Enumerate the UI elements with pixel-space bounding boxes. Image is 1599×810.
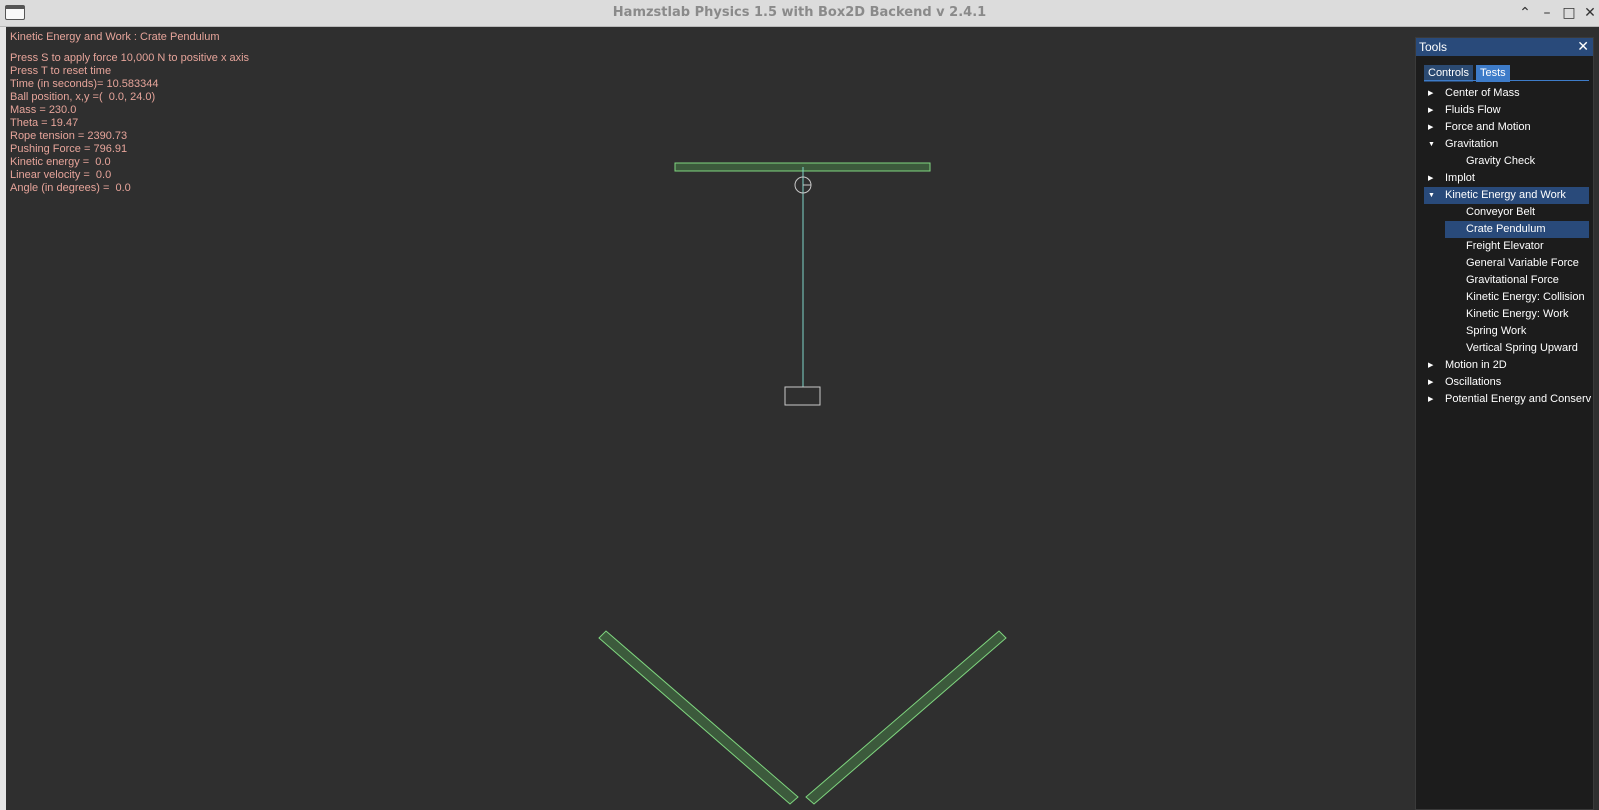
tree-node-center-of-mass[interactable]: ▶ Center of Mass xyxy=(1424,85,1589,102)
collapsed-arrow-icon[interactable]: ▶ xyxy=(1428,357,1438,374)
tools-title: Tools xyxy=(1419,40,1448,54)
collapsed-arrow-icon[interactable]: ▶ xyxy=(1428,102,1438,119)
collapsed-arrow-icon[interactable]: ▶ xyxy=(1428,170,1438,187)
tree-leaf-gravity-check[interactable]: Gravity Check xyxy=(1424,153,1589,170)
tree-node-force-and-motion[interactable]: ▶ Force and Motion xyxy=(1424,119,1589,136)
tree-node-motion-in-2d[interactable]: ▶ Motion in 2D xyxy=(1424,357,1589,374)
close-window-button[interactable]: ✕ xyxy=(1580,3,1599,23)
tree-leaf-crate-pendulum[interactable]: Crate Pendulum xyxy=(1424,221,1589,238)
physics-scene xyxy=(598,162,1007,805)
tree-leaf-kinetic-energy-work[interactable]: Kinetic Energy: Work xyxy=(1424,306,1589,323)
expanded-arrow-icon[interactable]: ▼ xyxy=(1428,136,1438,153)
collapsed-arrow-icon[interactable]: ▶ xyxy=(1428,374,1438,391)
expanded-arrow-icon[interactable]: ▼ xyxy=(1428,187,1438,204)
ground-right-slope xyxy=(805,630,1007,805)
tree-leaf-gravitational-force[interactable]: Gravitational Force xyxy=(1424,272,1589,289)
tree-leaf-kinetic-energy-collision[interactable]: Kinetic Energy: Collision xyxy=(1424,289,1589,306)
tree-node-gravitation[interactable]: ▼ Gravitation xyxy=(1424,136,1589,153)
tree-leaf-spring-work[interactable]: Spring Work xyxy=(1424,323,1589,340)
collapsed-arrow-icon[interactable]: ▶ xyxy=(1428,85,1438,102)
tools-panel: Tools ✕ Controls Tests ▶ Center of Mass ▶… xyxy=(1415,37,1594,810)
tree-node-oscillations[interactable]: ▶ Oscillations xyxy=(1424,374,1589,391)
tree-node-fluids-flow[interactable]: ▶ Fluids Flow xyxy=(1424,102,1589,119)
test-tree: ▶ Center of Mass ▶ Fluids Flow ▶ Force a… xyxy=(1424,85,1591,408)
keep-above-button[interactable]: ⌃ xyxy=(1515,3,1535,23)
tree-leaf-conveyor-belt[interactable]: Conveyor Belt xyxy=(1424,204,1589,221)
tree-leaf-general-variable-force[interactable]: General Variable Force xyxy=(1424,255,1589,272)
tools-header[interactable]: Tools ✕ xyxy=(1416,38,1593,56)
tree-node-kinetic-energy-and-work[interactable]: ▼ Kinetic Energy and Work xyxy=(1424,187,1589,204)
collapsed-arrow-icon[interactable]: ▶ xyxy=(1428,119,1438,136)
simulation-canvas[interactable]: Kinetic Energy and Work : Crate Pendulum… xyxy=(6,27,1415,810)
tab-underline xyxy=(1424,80,1589,81)
tree-leaf-freight-elevator[interactable]: Freight Elevator xyxy=(1424,238,1589,255)
title-bar: Hamzstlab Physics 1.5 with Box2D Backend… xyxy=(0,0,1599,27)
crate[interactable] xyxy=(784,386,821,406)
minimize-button[interactable]: – xyxy=(1537,3,1557,23)
ground-left-slope xyxy=(598,630,799,805)
tree-node-potential-energy[interactable]: ▶ Potential Energy and Conserv xyxy=(1424,391,1591,408)
tree-node-implot[interactable]: ▶ Implot xyxy=(1424,170,1589,187)
window-title: Hamzstlab Physics 1.5 with Box2D Backend… xyxy=(612,5,987,20)
maximize-button[interactable]: □ xyxy=(1559,3,1579,23)
close-icon[interactable]: ✕ xyxy=(1577,38,1589,55)
tree-leaf-vertical-spring-upward[interactable]: Vertical Spring Upward xyxy=(1424,340,1589,357)
collapsed-arrow-icon[interactable]: ▶ xyxy=(1428,391,1438,408)
